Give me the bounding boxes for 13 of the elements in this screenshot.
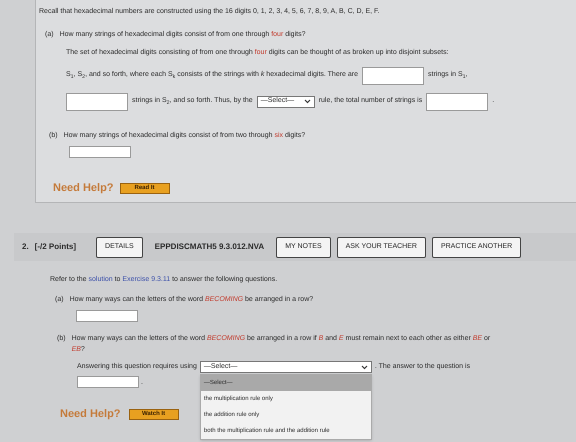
need-help-label: Need Help? [60,407,121,422]
points-label: [-/2 Points] [34,241,76,253]
need-help-label: Need Help? [53,181,114,196]
answer-field[interactable] [77,376,139,388]
chevron-down-icon [360,364,368,370]
answer-field[interactable] [69,146,131,158]
answer-field[interactable] [362,66,424,84]
answer-field[interactable] [76,310,138,322]
answer-field[interactable] [66,92,128,110]
answer-field[interactable] [426,92,488,110]
problem-code: EPPDISCMATH5 9.3.012.NVA [154,241,264,253]
question-number: 2. [22,241,29,253]
chevron-down-icon [304,99,311,104]
